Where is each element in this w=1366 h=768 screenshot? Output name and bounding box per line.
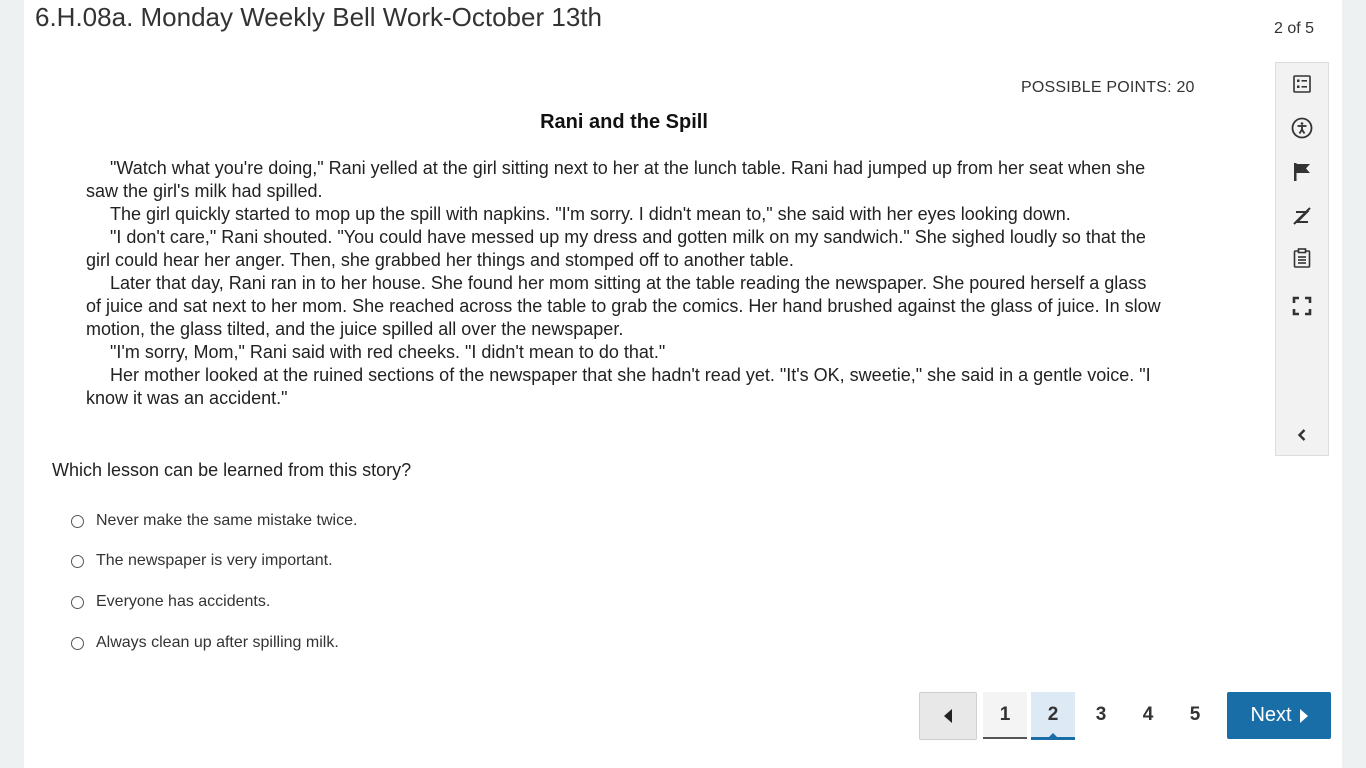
page-button-2[interactable]: 2 bbox=[1031, 692, 1075, 740]
previous-button[interactable] bbox=[919, 692, 977, 740]
answer-option-3[interactable]: Everyone has accidents. bbox=[71, 591, 270, 613]
page-number: 5 bbox=[1189, 703, 1201, 725]
answer-option-label: Everyone has accidents. bbox=[96, 593, 271, 610]
possible-points: POSSIBLE POINTS: 20 bbox=[1021, 79, 1195, 96]
quiz-card: 6.H.08a. Monday Weekly Bell Work-October… bbox=[24, 0, 1342, 768]
story-paragraph: Later that day, Rani ran in to her house… bbox=[86, 273, 1161, 339]
caret-right-icon bbox=[1299, 708, 1308, 723]
page-button-5[interactable]: 5 bbox=[1173, 692, 1217, 737]
page-number: 2 bbox=[1047, 703, 1059, 725]
page-button-1[interactable]: 1 bbox=[983, 692, 1027, 739]
story-paragraph: "Watch what you're doing," Rani yelled a… bbox=[86, 158, 1146, 201]
next-button-label: Next bbox=[1250, 704, 1292, 726]
radio-button[interactable] bbox=[71, 554, 84, 568]
accessibility-icon[interactable] bbox=[1289, 115, 1315, 141]
next-button[interactable]: Next bbox=[1227, 692, 1331, 739]
fullscreen-icon[interactable] bbox=[1289, 293, 1315, 319]
radio-button[interactable] bbox=[71, 595, 84, 609]
story-paragraph: "I'm sorry, Mom," Rani said with red che… bbox=[110, 342, 666, 362]
quiz-title: 6.H.08a. Monday Weekly Bell Work-October… bbox=[35, 2, 602, 32]
radio-button[interactable] bbox=[71, 514, 84, 528]
current-page-caret bbox=[1048, 733, 1058, 738]
radio-button[interactable] bbox=[71, 636, 84, 650]
notepad-icon[interactable] bbox=[1289, 245, 1315, 271]
eliminate-icon[interactable] bbox=[1289, 203, 1315, 229]
tool-sidebar bbox=[1275, 62, 1329, 456]
page-number: 4 bbox=[1142, 703, 1154, 725]
answer-option-2[interactable]: The newspaper is very important. bbox=[71, 550, 333, 572]
answer-option-label: Always clean up after spilling milk. bbox=[96, 634, 339, 651]
page-number: 3 bbox=[1095, 703, 1107, 725]
story-title: Rani and the Spill bbox=[540, 111, 708, 133]
page-button-4[interactable]: 4 bbox=[1126, 692, 1170, 737]
answer-option-1[interactable]: Never make the same mistake twice. bbox=[71, 510, 357, 532]
caret-left-icon bbox=[944, 709, 952, 723]
story-paragraph: Her mother looked at the ruined sections… bbox=[86, 365, 1151, 408]
question-progress: 2 of 5 bbox=[1273, 20, 1314, 37]
answer-option-label: The newspaper is very important. bbox=[96, 552, 333, 569]
question-list-icon[interactable] bbox=[1289, 71, 1315, 97]
page-number: 1 bbox=[999, 703, 1011, 725]
story-paragraph: The girl quickly started to mop up the s… bbox=[110, 204, 1071, 224]
question-prompt: Which lesson can be learned from this st… bbox=[52, 460, 412, 480]
flag-icon[interactable] bbox=[1289, 159, 1315, 185]
answer-option-4[interactable]: Always clean up after spilling milk. bbox=[71, 632, 339, 654]
story-passage: "Watch what you're doing," Rani yelled a… bbox=[86, 157, 1166, 410]
answer-option-label: Never make the same mistake twice. bbox=[96, 512, 358, 529]
page-button-3[interactable]: 3 bbox=[1079, 692, 1123, 737]
collapse-icon[interactable] bbox=[1289, 422, 1315, 448]
story-paragraph: "I don't care," Rani shouted. "You could… bbox=[86, 227, 1146, 270]
